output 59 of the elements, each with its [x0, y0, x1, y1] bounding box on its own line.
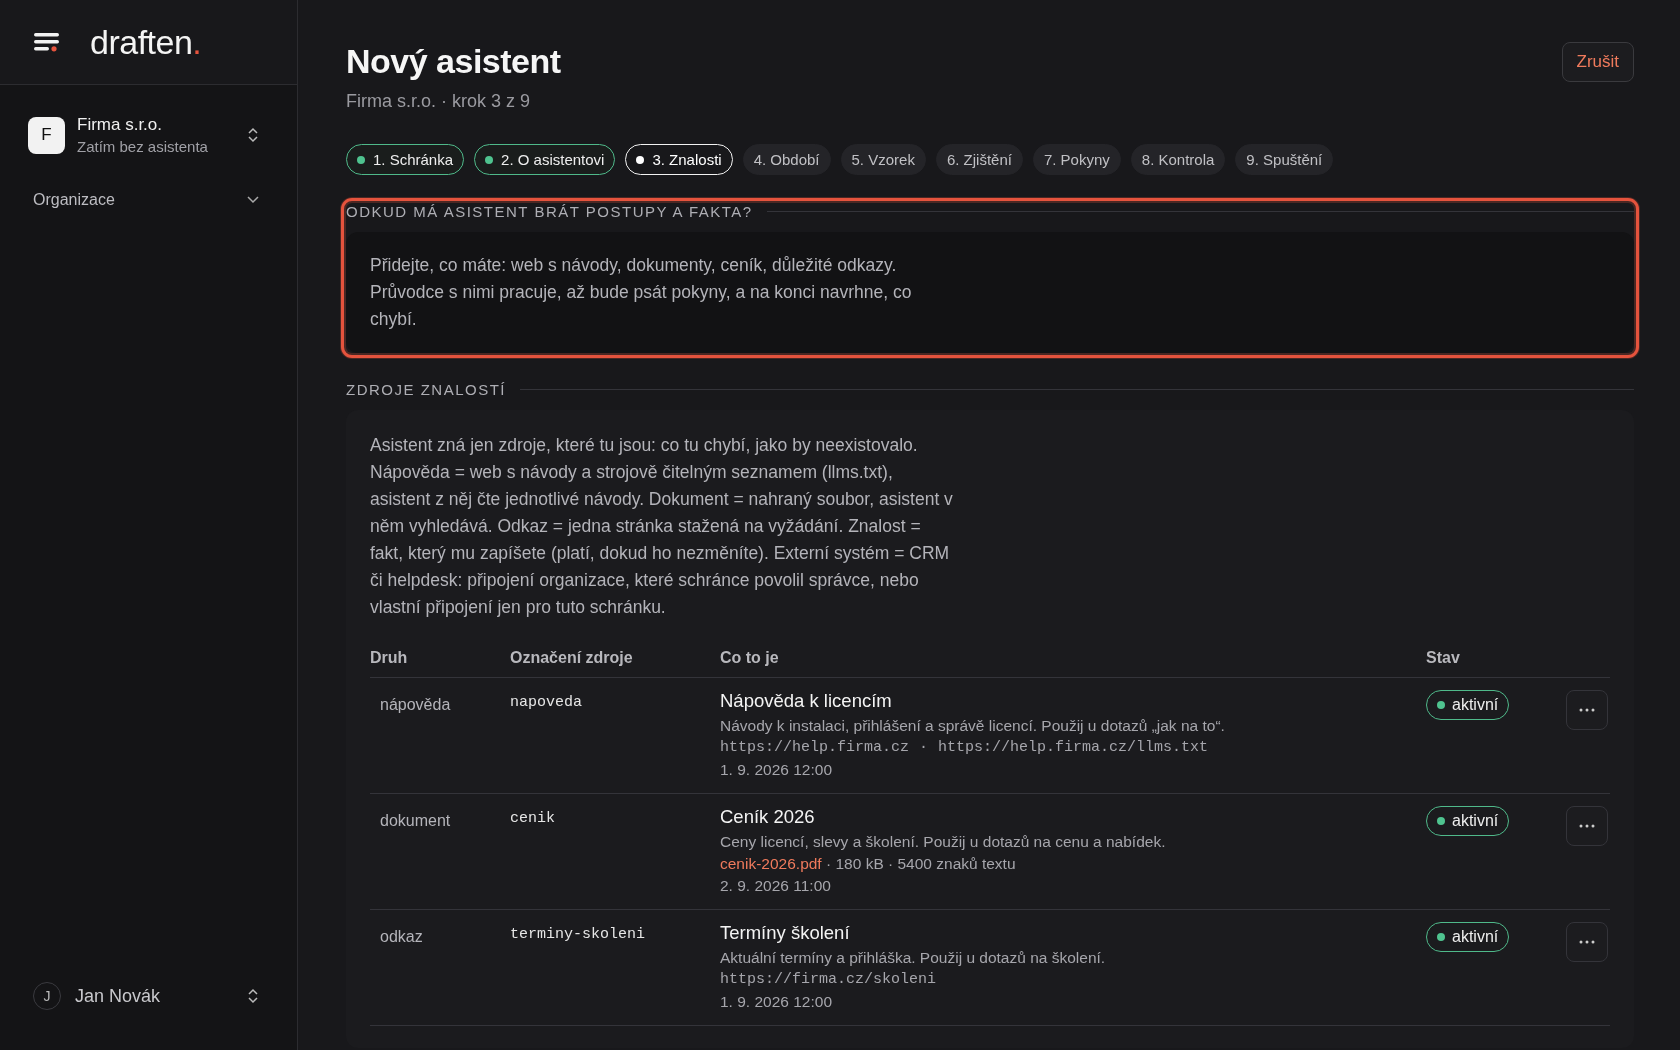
file-meta: · 180 kB · 5400 znaků textu — [825, 855, 1016, 872]
more-button[interactable] — [1566, 922, 1608, 962]
chevron-down-icon — [247, 196, 259, 204]
user-name: Jan Novák — [75, 985, 162, 1007]
source-id: cenik — [510, 809, 555, 827]
source-url: https://help.firma.cz — [720, 739, 910, 756]
source-id: terminy-skoleni — [510, 925, 646, 943]
step-tab[interactable]: 6. Zjištění — [935, 144, 1023, 175]
column-header: Označení zdroje — [510, 643, 720, 678]
step-tab[interactable]: 8. Kontrola — [1130, 144, 1226, 175]
more-button[interactable] — [1566, 806, 1608, 846]
source-kind: nápověda — [380, 696, 451, 713]
more-button[interactable] — [1566, 690, 1608, 730]
section-heading: ZDROJE ZNALOSTÍ — [346, 381, 506, 398]
page-title: Nový asistent — [346, 42, 561, 81]
source-title: Termíny školení — [720, 922, 851, 944]
source-date: 2. 9. 2026 11:00 — [720, 876, 832, 896]
organization-switcher[interactable]: F Firma s.r.o. Zatím bez asistenta — [28, 115, 269, 155]
page-subtitle: Firma s.r.o. · krok 3 z 9 — [346, 91, 532, 112]
cancel-button[interactable]: Zrušit — [1561, 42, 1634, 82]
column-header: Druh — [370, 643, 510, 678]
step-tab[interactable]: 7. Pokyny — [1032, 144, 1121, 175]
section-description: Přidejte, co máte: web s návody, dokumenty, ceník, důležité odkazy. Průvodce s nimi pracuje, až bude psát pokyny, a na konci navrhne, co chybí. — [370, 254, 913, 331]
section-heading: ODKUD MÁ ASISTENT BRÁT POSTUPY A FAKTA? — [346, 203, 753, 220]
chevron-updown-icon — [247, 126, 259, 144]
file-link[interactable]: cenik-2026.pdf — [720, 855, 822, 872]
source-kind: dokument — [380, 812, 451, 829]
step-tab[interactable]: 4. Období — [742, 144, 831, 175]
source-id: napoveda — [510, 693, 582, 711]
source-kind: odkaz — [380, 928, 423, 945]
step-tab[interactable]: 9. Spuštění — [1235, 144, 1334, 175]
step-tab[interactable]: 2. O asistentovi — [474, 144, 616, 175]
source-url: https://help.firma.cz/llms.txt — [938, 739, 1209, 756]
section-description: Asistent zná jen zdroje, které tu jsou: co tu chybí, jako by neexistovalo. Nápověda = web s návody a strojově čitelným seznamem (llms.txt), asistent z něj čte jednotlivé návody. Dokument = nahraný soubor, asistent v něm vyhledává. Odkaz = jedna stránka stažená na vyžádání. Znalost = fakt, který mu zapíšete (platí, dokud ho nezměníte). Externí systém = CRM či helpdesk: připojení organizace, které schránce povolil správce, nebo vlastní připojení jen pro tuto schránku. — [370, 434, 954, 619]
source-description: Ceny licencí, slevy a školení. Použij u dotazů na cenu a nabídek. — [720, 832, 1167, 852]
nav-item[interactable]: Organizace — [28, 191, 269, 209]
more-icon — [1579, 940, 1595, 944]
chevron-updown-icon — [247, 987, 259, 1005]
source-date: 1. 9. 2026 12:00 — [720, 992, 834, 1012]
separator: · — [919, 739, 929, 756]
logo: draften. — [90, 22, 202, 62]
organization-name: Firma s.r.o. — [77, 115, 163, 135]
source-description: Aktuální termíny a přihláška. Použij u dotazů na školení. — [720, 948, 1107, 968]
step-tab[interactable]: 1. Schránka — [346, 144, 465, 175]
menu-icon[interactable] — [34, 31, 60, 53]
source-title: Nápověda k licencím — [720, 690, 893, 712]
source-title: Ceník 2026 — [720, 806, 816, 828]
column-header: Stav — [1426, 643, 1566, 678]
source-date: 1. 9. 2026 12:00 — [720, 760, 834, 780]
user-switcher[interactable]: J Jan Novák — [28, 982, 269, 1030]
organization-subtitle: Zatím bez asistenta — [77, 138, 209, 155]
more-icon — [1579, 824, 1595, 828]
organization-avatar: F — [28, 116, 65, 154]
step-tab[interactable]: 3. Znalosti — [625, 144, 733, 175]
step-tab[interactable]: 5. Vzorek — [840, 144, 926, 175]
source-url: https://firma.cz/skoleni — [720, 971, 937, 988]
source-description: Návody k instalaci, přihlášení a správě licencí. Použij u dotazů „jak na to“. — [720, 716, 1226, 736]
column-header: Co to je — [720, 643, 1426, 678]
more-icon — [1579, 708, 1595, 712]
